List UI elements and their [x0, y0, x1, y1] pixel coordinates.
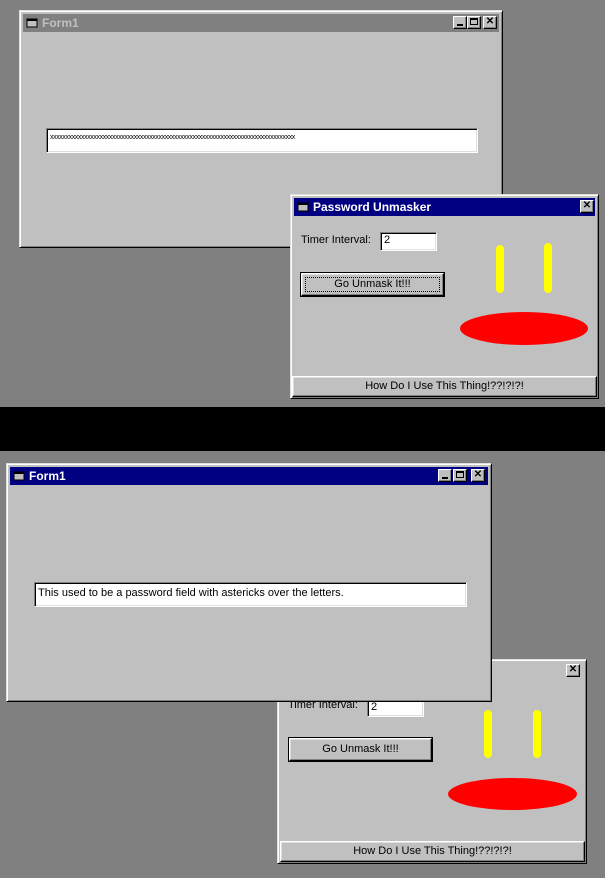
unmasker-window-top: Password Unmasker ✕ Timer Interval: 2 Go…: [290, 194, 599, 399]
maximize-icon: [470, 18, 478, 25]
help-button-label: How Do I Use This Thing!??!?!?!: [353, 845, 512, 857]
unmasker-title: Password Unmasker: [313, 200, 432, 214]
face-mouth: [448, 778, 577, 810]
close-icon: ✕: [473, 469, 483, 480]
timer-interval-label: Timer Interval:: [301, 234, 371, 246]
help-button[interactable]: How Do I Use This Thing!??!?!?!: [292, 376, 597, 397]
close-button[interactable]: ✕: [471, 469, 485, 482]
face-left-eye: [484, 710, 492, 758]
close-button[interactable]: ✕: [483, 16, 497, 29]
form1-titlebar-bottom[interactable]: Form1 ✕: [10, 467, 488, 485]
close-icon: ✕: [485, 16, 495, 27]
timer-interval-input[interactable]: 2: [380, 232, 437, 251]
window-icon: [26, 18, 38, 28]
face-right-eye: [544, 243, 552, 293]
face-mouth: [460, 312, 588, 345]
form1-titlebar-top[interactable]: Form1 ✕: [23, 14, 499, 32]
minimize-button[interactable]: [438, 469, 452, 482]
close-icon: ✕: [582, 200, 592, 211]
minimize-button[interactable]: [453, 16, 467, 29]
form1-window-bottom: Form1 ✕ This used to be a password field…: [6, 463, 492, 702]
minimize-icon: [457, 24, 463, 26]
go-unmask-label: Go Unmask It!!!: [322, 743, 399, 755]
window-icon: [297, 202, 309, 212]
face-left-eye: [496, 245, 504, 293]
window-icon: [13, 471, 25, 481]
focus-rect: [305, 277, 440, 292]
form1-title: Form1: [42, 16, 79, 30]
scene-divider: [0, 407, 605, 451]
help-button-label: How Do I Use This Thing!??!?!?!: [365, 380, 524, 392]
face-right-eye: [533, 710, 541, 758]
close-icon: ✕: [568, 664, 578, 675]
help-button[interactable]: How Do I Use This Thing!??!?!?!: [280, 841, 585, 862]
go-unmask-button[interactable]: Go Unmask It!!!: [288, 737, 433, 762]
form1-title: Form1: [29, 469, 66, 483]
minimize-icon: [442, 477, 448, 479]
password-field[interactable]: xxxxxxxxxxxxxxxxxxxxxxxxxxxxxxxxxxxxxxxx…: [46, 128, 478, 153]
close-button[interactable]: ✕: [566, 664, 580, 677]
maximize-button[interactable]: [467, 16, 481, 29]
unmasker-titlebar[interactable]: Password Unmasker ✕: [294, 198, 595, 216]
maximize-icon: [456, 471, 464, 478]
close-button[interactable]: ✕: [580, 200, 594, 213]
maximize-button[interactable]: [453, 469, 467, 482]
password-field[interactable]: This used to be a password field with as…: [34, 582, 467, 607]
go-unmask-button[interactable]: Go Unmask It!!!: [300, 272, 445, 297]
